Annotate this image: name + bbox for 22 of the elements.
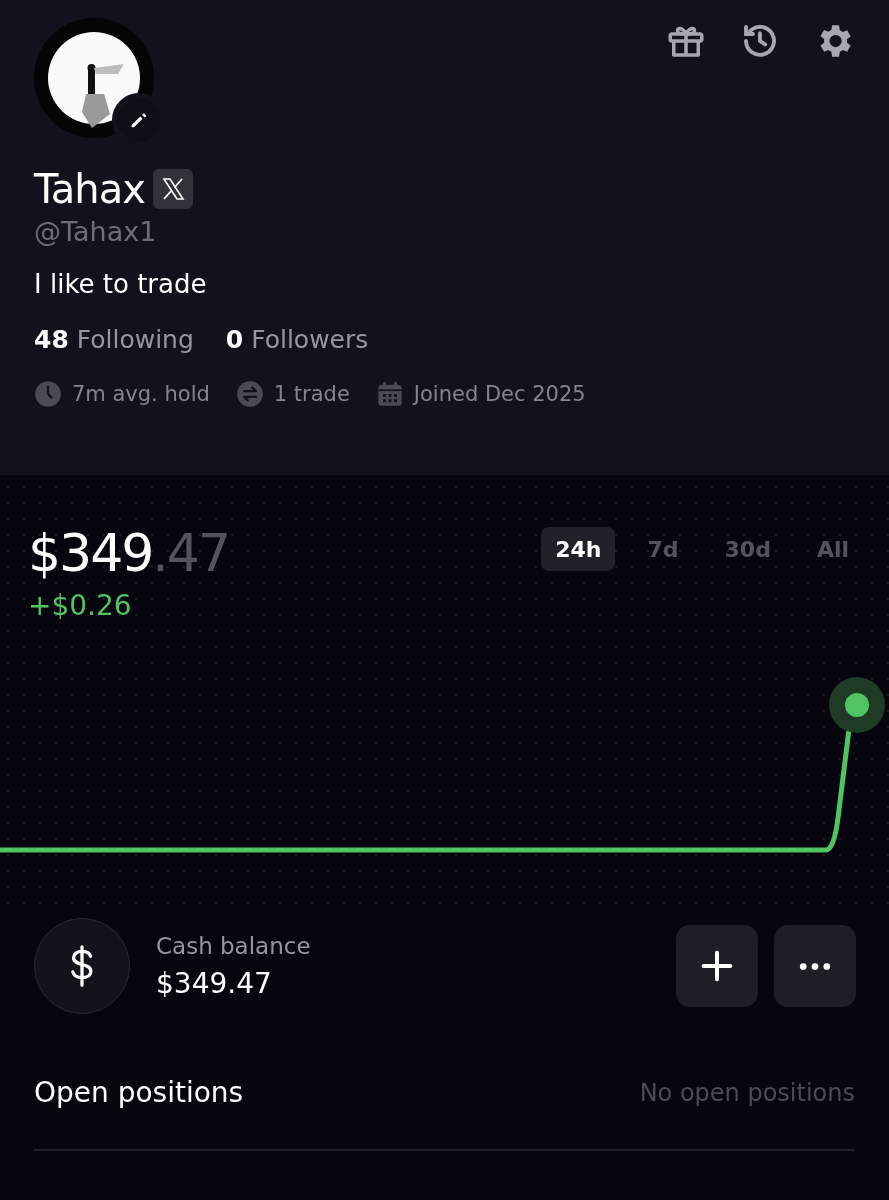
cash-amount: $349.47 [156,966,273,1000]
x-logo-icon[interactable] [152,169,193,209]
follow-count[interactable]: 0 Followers [225,325,369,354]
swap-icon [235,380,264,408]
follow-count[interactable]: 48 Following [34,325,194,354]
stat-text: 7m avg. hold [72,382,210,406]
more-icon [799,961,831,971]
calendar-icon [375,380,404,408]
profile-name: Tahax [34,166,145,212]
range-tab[interactable]: 24h [541,527,616,571]
clock-icon [34,380,62,408]
empty-message: No open positions [639,1078,855,1107]
portfolio-value: $349.47 [28,523,230,583]
cash-label: Cash balance [156,932,312,959]
chart-endpoint [829,677,885,733]
profile-handle: @Tahax1 [34,216,158,247]
stat-text: Joined Dec 2025 [413,382,586,406]
stat-text: 1 trade [273,382,350,406]
section-title: Open positions [34,1076,244,1109]
add-button[interactable] [676,925,758,1007]
profile-bio: I like to trade [34,269,208,299]
value-change: +$0.26 [28,589,133,622]
